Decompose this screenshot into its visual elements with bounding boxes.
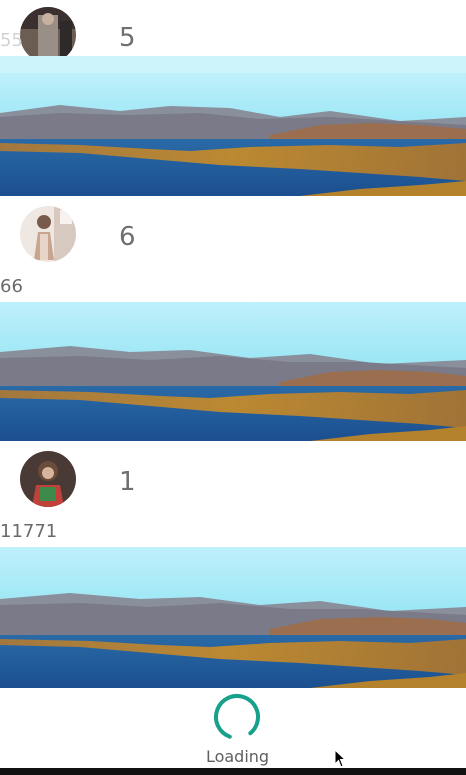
user-avatar[interactable] [20, 7, 76, 63]
feed-post[interactable]: 1 11771 [0, 441, 466, 688]
bottom-edge-bar [0, 768, 466, 775]
post-caption: 55 [0, 30, 23, 51]
post-photo[interactable] [0, 302, 466, 441]
mouse-pointer-icon [334, 749, 347, 768]
landscape-photo-icon [0, 73, 466, 196]
person-photo-avatar-icon [20, 206, 76, 262]
post-photo[interactable] [0, 547, 466, 688]
loading-label: Loading [205, 747, 270, 766]
post-count: 6 [119, 222, 136, 252]
person-photo-avatar-icon [20, 7, 76, 63]
post-caption: 66 [0, 276, 23, 297]
feed-post[interactable]: 5 55 [0, 0, 466, 196]
landscape-photo-icon [0, 547, 466, 688]
photo-top-strip [0, 56, 466, 73]
post-count: 1 [119, 467, 136, 497]
person-photo-avatar-icon [20, 451, 76, 507]
post-photo[interactable] [0, 73, 466, 196]
post-caption: 11771 [0, 521, 58, 542]
user-avatar[interactable] [20, 206, 76, 262]
post-count: 5 [119, 23, 136, 53]
loading-spinner-icon [214, 694, 260, 740]
feed-post[interactable]: 6 66 [0, 196, 466, 441]
user-avatar[interactable] [20, 451, 76, 507]
landscape-photo-icon [0, 302, 466, 441]
